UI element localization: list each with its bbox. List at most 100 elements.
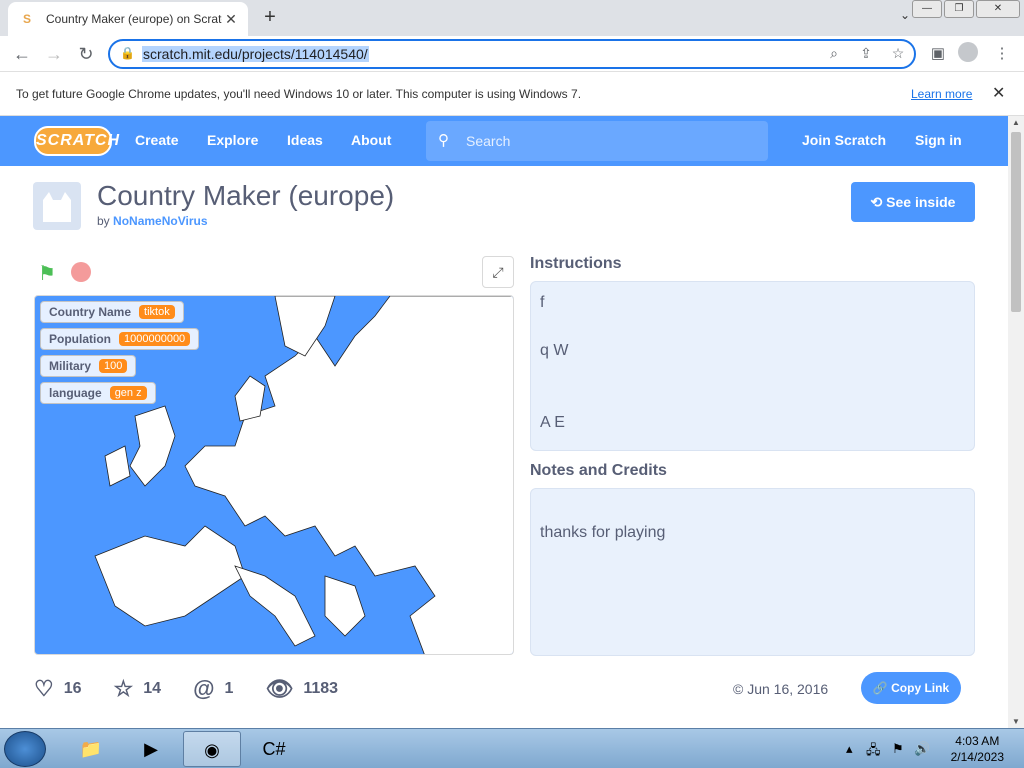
- search-icon[interactable]: ⌕: [824, 45, 844, 62]
- remix-stat: @ 1: [193, 676, 233, 702]
- reload-icon[interactable]: ↻: [74, 42, 98, 66]
- see-inside-label: See inside: [886, 194, 956, 210]
- clock-time: 4:03 AM: [955, 734, 1000, 748]
- author-avatar[interactable]: [33, 182, 81, 230]
- browser-tab[interactable]: S Country Maker (europe) on Scratch ✕: [8, 2, 248, 36]
- tab-title: Country Maker (europe) on Scratch: [46, 12, 222, 26]
- scroll-thumb[interactable]: [1011, 132, 1021, 312]
- more-menu-icon[interactable]: ⋮: [992, 44, 1012, 62]
- author-link[interactable]: NoNameNoVirus: [113, 214, 207, 228]
- scratch-favicon-icon: S: [22, 12, 31, 26]
- eye-icon: 👁: [265, 676, 294, 701]
- join-scratch-link[interactable]: Join Scratch: [802, 132, 886, 148]
- love-stat[interactable]: ♡ 16: [34, 676, 82, 702]
- clock-date: 2/14/2023: [950, 750, 1004, 764]
- lock-icon: 🔒: [120, 46, 135, 60]
- page-scrollbar[interactable]: ▲ ▼: [1008, 116, 1024, 728]
- csharp-taskbar-icon[interactable]: C#: [245, 731, 303, 767]
- notes-heading: Notes and Credits: [530, 462, 667, 479]
- bookmark-star-icon[interactable]: ☆: [888, 45, 908, 62]
- learn-more-link[interactable]: Learn more: [911, 87, 972, 101]
- nav-ideas[interactable]: Ideas: [287, 132, 323, 148]
- green-flag-icon[interactable]: ⚑: [38, 261, 56, 286]
- update-infobar: To get future Google Chrome updates, you…: [0, 72, 1024, 116]
- taskbar-clock[interactable]: 4:03 AM 2/14/2023: [951, 733, 1004, 765]
- tab-close-icon[interactable]: ✕: [222, 11, 240, 28]
- monitor-label: Population: [49, 332, 111, 346]
- address-bar[interactable]: 🔒 scratch.mit.edu/projects/114014540/ ⌕ …: [108, 39, 916, 69]
- stop-sign-icon[interactable]: [71, 262, 91, 282]
- sign-in-link[interactable]: Sign in: [915, 132, 962, 148]
- forward-arrow-icon[interactable]: →: [42, 42, 66, 66]
- monitor-population[interactable]: Population 1000000000: [40, 328, 200, 350]
- maximize-button[interactable]: ❐: [944, 0, 974, 18]
- network-icon[interactable]: 🖧: [866, 741, 881, 763]
- profile-avatar-icon[interactable]: [958, 42, 978, 66]
- copy-link-button[interactable]: 🔗 Copy Link: [861, 672, 961, 704]
- monitor-label: language: [49, 386, 102, 400]
- windows-taskbar: 📁 ▶ ◉ C# ▴ 🖧 ⚑ 🔊 4:03 AM 2/14/2023: [0, 728, 1024, 768]
- scroll-down-icon[interactable]: ▼: [1012, 717, 1020, 726]
- instructions-line: q W: [540, 342, 569, 359]
- project-date: © Jun 16, 2016: [733, 681, 829, 697]
- instructions-line: A E: [540, 414, 565, 431]
- fullscreen-icon[interactable]: ⤢: [482, 256, 514, 288]
- close-window-button[interactable]: ✕: [976, 0, 1020, 18]
- see-inside-icon: ⟲: [870, 194, 883, 210]
- heart-icon: ♡: [34, 676, 54, 701]
- monitor-value: 100: [99, 359, 128, 373]
- volume-icon[interactable]: 🔊: [914, 741, 930, 757]
- monitor-value: 1000000000: [119, 332, 191, 346]
- browser-tab-strip: S Country Maker (europe) on Scratch ✕ + …: [0, 0, 1024, 36]
- chrome-taskbar-icon[interactable]: ◉: [183, 731, 241, 767]
- project-title: Country Maker (europe): [97, 180, 395, 211]
- scroll-up-icon[interactable]: ▲: [1012, 118, 1020, 127]
- browser-toolbar: ← → ↻ 🔒 scratch.mit.edu/projects/1140145…: [0, 36, 1024, 72]
- views-count: 1183: [303, 680, 339, 697]
- by-prefix: by: [97, 214, 110, 228]
- monitor-label: Military: [49, 359, 92, 373]
- back-arrow-icon[interactable]: ←: [10, 42, 34, 66]
- start-button[interactable]: [4, 731, 46, 767]
- show-hidden-icons-icon[interactable]: ▴: [846, 741, 853, 757]
- star-icon: ☆: [113, 676, 134, 701]
- nav-about[interactable]: About: [351, 132, 391, 148]
- infobar-close-icon[interactable]: ✕: [992, 83, 1005, 103]
- scratch-logo[interactable]: SCRATCH: [34, 126, 119, 156]
- link-icon: 🔗: [872, 681, 888, 695]
- monitor-value: tiktok: [139, 305, 175, 319]
- share-icon[interactable]: ⇪: [856, 45, 876, 62]
- remix-spiral-icon: @: [193, 676, 215, 701]
- instructions-line: f: [540, 294, 545, 311]
- minimize-button[interactable]: —: [912, 0, 942, 18]
- remix-count: 1: [224, 680, 234, 697]
- url-text[interactable]: scratch.mit.edu/projects/114014540/: [142, 46, 369, 62]
- scratch-navbar: SCRATCH Create Explore Ideas About ⚲ Sea…: [0, 116, 1008, 166]
- copy-link-label: Copy Link: [891, 681, 950, 695]
- favorite-stat[interactable]: ☆ 14: [114, 676, 162, 702]
- media-player-taskbar-icon[interactable]: ▶: [122, 731, 180, 767]
- favorite-count: 14: [143, 680, 162, 697]
- action-center-icon[interactable]: ⚑: [892, 741, 904, 757]
- project-stage[interactable]: Country Name tiktok Population 100000000…: [34, 295, 514, 655]
- views-stat: 👁 1183: [265, 676, 338, 702]
- search-icon: ⚲: [438, 132, 449, 149]
- nav-create[interactable]: Create: [135, 132, 179, 148]
- search-placeholder: Search: [466, 133, 511, 149]
- instructions-heading: Instructions: [530, 255, 622, 272]
- infobar-message: To get future Google Chrome updates, you…: [16, 87, 582, 101]
- explorer-taskbar-icon[interactable]: 📁: [62, 731, 120, 767]
- monitor-value: gen z: [109, 386, 147, 400]
- nav-explore[interactable]: Explore: [207, 132, 258, 148]
- new-tab-button[interactable]: +: [258, 6, 282, 30]
- monitor-military[interactable]: Military 100: [40, 355, 137, 377]
- notes-text: thanks for playing: [540, 524, 666, 541]
- side-panel-icon[interactable]: ▣: [928, 44, 948, 62]
- see-inside-button[interactable]: ⟲ See inside: [851, 182, 975, 222]
- monitor-language[interactable]: language gen z: [40, 382, 156, 404]
- monitor-country-name[interactable]: Country Name tiktok: [40, 301, 184, 323]
- project-stats: ♡ 16 ☆ 14 @ 1 👁 1183: [34, 676, 370, 702]
- search-input[interactable]: ⚲ Search: [426, 121, 768, 161]
- love-count: 16: [63, 680, 82, 697]
- monitor-label: Country Name: [49, 305, 132, 319]
